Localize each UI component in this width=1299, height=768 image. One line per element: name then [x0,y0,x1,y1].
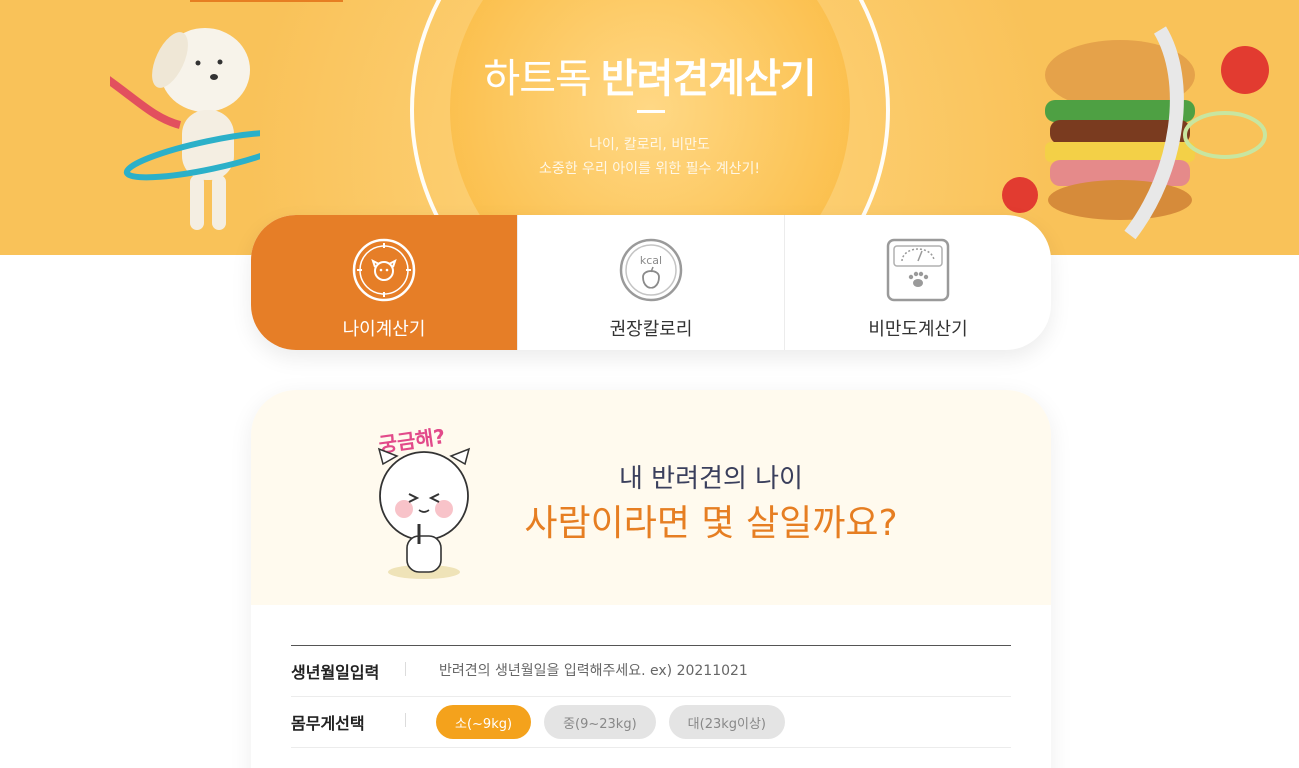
dog-clock-icon [352,238,416,302]
age-form: 생년월일입력 몸무게선택 소(~9kg) 중(9~23kg) 대(23kg이상) [291,645,1011,748]
birth-date-label: 생년월일입력 [291,659,406,683]
size-large-button[interactable]: 대(23kg이상) [668,705,786,739]
tab-label: 나이계산기 [342,319,426,340]
hero-title-text: 반려견계산기 [600,56,817,102]
calculator-tabs: 나이계산기 kcal 권장칼로리 비만도계산기 [251,215,1051,350]
hero-brand: 하트독 [483,56,591,102]
birth-date-input[interactable] [439,656,979,686]
burger-tape-measure-illustration [1002,26,1269,240]
tab-label: 권장칼로리 [609,319,693,340]
scale-paw-icon [886,238,950,302]
weight-label: 몸무게선택 [291,710,406,734]
question-line-1: 내 반려견의 나이 [619,464,803,494]
age-calculator-card: 궁금해? 내 반려견의 나이 사람이라면 몇 살일까요? 생년월일입력 몸무게선… [251,390,1051,768]
card-header: 궁금해? 내 반려견의 나이 사람이라면 몇 살일까요? [251,390,1051,605]
hero-divider [637,110,665,113]
birth-date-row: 생년월일입력 [291,646,1011,697]
tab-recommended-calorie[interactable]: kcal 권장칼로리 [518,215,785,350]
svg-text:kcal: kcal [640,254,662,267]
hero-top-accent [190,0,343,2]
tab-obesity-calculator[interactable]: 비만도계산기 [785,215,1051,350]
kcal-apple-icon: kcal [619,238,683,302]
tab-age-calculator[interactable]: 나이계산기 [251,215,518,350]
question-line-2: 사람이라면 몇 살일까요? [524,503,898,544]
size-medium-button[interactable]: 중(9~23kg) [544,705,656,739]
tab-label: 비만도계산기 [868,319,968,340]
weight-row: 몸무게선택 소(~9kg) 중(9~23kg) 대(23kg이상) [291,697,1011,748]
curious-cat-illustration: 궁금해? [377,424,471,579]
weight-options: 소(~9kg) 중(9~23kg) 대(23kg이상) [436,705,786,739]
size-small-button[interactable]: 소(~9kg) [436,705,532,739]
